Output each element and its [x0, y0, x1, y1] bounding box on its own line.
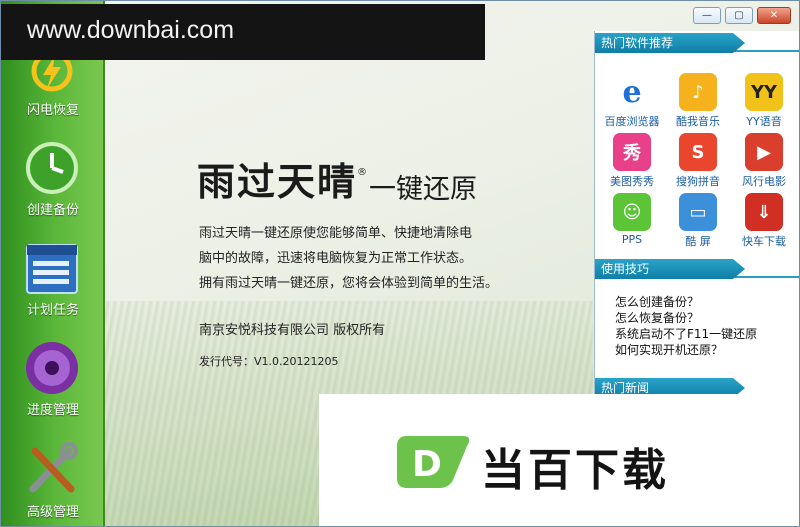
app-label: 美图秀秀: [610, 175, 654, 188]
app-tile-pps[interactable]: ☺ PPS: [601, 191, 663, 249]
watermark-url: www.downbai.com: [1, 4, 485, 60]
window-controls: — ▢ ✕: [693, 7, 791, 24]
yy-voice-icon: YY: [745, 73, 783, 111]
app-label: PPS: [621, 233, 643, 246]
app-tile-kuwo-music[interactable]: ♪ 酷我音乐: [667, 71, 729, 129]
tips-list: 怎么创建备份？ 怎么恢复备份？ 系统启动不了F11一键还原 如何实现开机还原？: [615, 294, 757, 358]
app-label: 百度浏览器: [604, 115, 660, 128]
clock-backup-icon: [26, 142, 78, 194]
sidebar: 闪电恢复 创建备份 计划任务 进度管理 高级管理: [1, 1, 105, 526]
sidebar-item-advanced[interactable]: 高级管理: [1, 441, 105, 521]
sidebar-item-label: 进度管理: [26, 403, 79, 418]
hot-software-header: 热门软件推荐: [595, 33, 745, 53]
registered-mark: ®: [357, 167, 368, 178]
app-label: 快车下载: [742, 235, 786, 248]
tip-link[interactable]: 如何实现开机还原？: [615, 342, 757, 358]
funshion-icon: ▶: [745, 133, 783, 171]
app-label: 酷 屏: [685, 235, 711, 248]
app-tile-meitu[interactable]: 秀 美图秀秀: [601, 131, 663, 189]
logo-sub-text: 一键还原: [369, 174, 478, 205]
sidebar-item-label: 创建备份: [26, 203, 79, 218]
app-tile-flashget[interactable]: ⇓ 快车下载: [733, 191, 795, 249]
tip-link[interactable]: 怎么创建备份？: [615, 294, 757, 310]
brand-watermark: D 当百下载: [319, 394, 799, 526]
meitu-icon: 秀: [613, 133, 651, 171]
kuping-icon: ▭: [679, 193, 717, 231]
logo-main-text: 雨过天晴: [197, 159, 358, 204]
tip-link[interactable]: 怎么恢复备份？: [615, 310, 757, 326]
app-label: 风行电影: [742, 175, 786, 188]
pps-icon: ☺: [613, 193, 651, 231]
app-label: 搜狗拼音: [676, 175, 720, 188]
sidebar-item-label: 高级管理: [26, 505, 79, 520]
tip-link[interactable]: 系统启动不了F11一键还原: [615, 326, 757, 342]
restore-button[interactable]: ▢: [725, 7, 753, 24]
wrench-tools-icon: [29, 442, 78, 493]
app-tile-funshion[interactable]: ▶ 风行电影: [733, 131, 795, 189]
sidebar-item-progress[interactable]: 进度管理: [1, 339, 105, 419]
sidebar-item-label: 闪电恢复: [26, 103, 79, 118]
brand-logo-icon: D: [397, 436, 470, 488]
app-tile-yy-voice[interactable]: YY YY语音: [733, 71, 795, 129]
calendar-task-icon: [26, 244, 78, 294]
sogou-pinyin-icon: S: [679, 133, 717, 171]
brand-logo-letter: D: [412, 444, 442, 485]
app-tile-kuping[interactable]: ▭ 酷 屏: [667, 191, 729, 249]
app-label: 酷我音乐: [676, 115, 720, 128]
app-tile-sogou-pinyin[interactable]: S 搜狗拼音: [667, 131, 729, 189]
baidu-browser-icon: e: [613, 73, 651, 111]
sidebar-item-label: 计划任务: [26, 303, 79, 318]
tips-header: 使用技巧: [595, 259, 745, 279]
sidebar-item-scheduled-task[interactable]: 计划任务: [1, 239, 105, 319]
brand-text: 当百下载: [481, 445, 669, 496]
app-tile-baidu-browser[interactable]: e 百度浏览器: [601, 71, 663, 129]
app-label: YY语音: [746, 115, 782, 128]
sidebar-item-create-backup[interactable]: 创建备份: [1, 139, 105, 219]
description-line: 脑中的故障，迅速将电脑恢复为正常工作状态。: [199, 251, 473, 266]
product-description: 雨过天晴一键还原使您能够简单、快捷地清除电 脑中的故障，迅速将电脑恢复为正常工作…: [199, 221, 498, 296]
progress-disc-icon: [26, 342, 78, 394]
kuwo-music-icon: ♪: [679, 73, 717, 111]
description-line: 拥有雨过天晴一键还原，您将会体验到简单的生活。: [199, 276, 499, 291]
close-button[interactable]: ✕: [757, 7, 791, 24]
copyright-text: 南京安悦科技有限公司 版权所有: [199, 323, 386, 338]
description-line: 雨过天晴一键还原使您能够简单、快捷地清除电: [199, 226, 473, 241]
minimize-button[interactable]: —: [693, 7, 721, 24]
sidebar-item-flash-restore[interactable]: 闪电恢复: [1, 53, 105, 121]
product-logo: 雨过天晴 ® 一键还原: [197, 151, 477, 206]
app-window: 闪电恢复 创建备份 计划任务 进度管理 高级管理 www.downbai.com…: [0, 0, 800, 527]
flashget-icon: ⇓: [745, 193, 783, 231]
version-text: 发行代号：V1.0.20121205: [199, 355, 339, 368]
